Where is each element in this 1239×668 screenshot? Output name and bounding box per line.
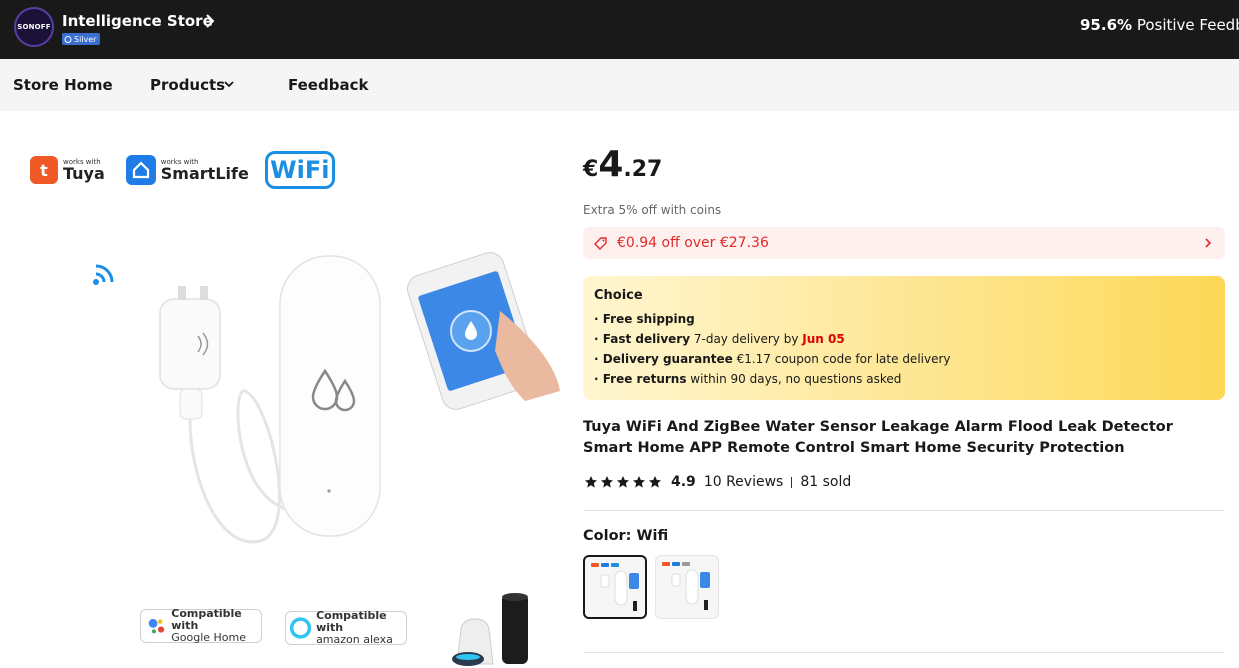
free-shipping-line: · Free shipping [594,312,695,326]
delivery-guarantee-line: · Delivery guarantee €1.17 coupon code f… [594,352,951,366]
smart-speakers-illustration [452,593,528,666]
rating-score: 4.9 [671,474,696,490]
choice-title: Choice [594,288,643,303]
price-integer: 4 [598,144,624,185]
alexa-icon [289,617,312,639]
coins-discount-note: Extra 5% off with coins [583,203,722,217]
feedback-percent: 95.6% [1080,16,1133,34]
tuya-big-text: Tuya [63,163,105,183]
price-currency: € [583,157,599,182]
smartlife-icon [125,155,156,185]
google-home-badge: Compatible with Google Home [140,608,262,644]
free-returns-text: within 90 days, no questions asked [686,372,902,386]
chevron-right-icon[interactable] [204,12,216,30]
star-icon [617,476,629,488]
choice-benefits: Choice · Free shipping · Fast delivery 7… [583,276,1225,400]
star-icon [585,476,597,488]
section-divider [583,652,1225,653]
alexa-badge-text: Compatible with amazon alexa [316,610,406,646]
product-price: €4.27 [583,144,662,185]
water-sensor-illustration [159,255,381,544]
positive-feedback: 95.6% Positive Feedback [1080,16,1239,34]
reviews-link[interactable]: 10 Reviews [704,474,784,490]
nav-products[interactable]: Products [150,76,225,94]
store-nav: Store Home Products Feedback [0,59,1239,111]
store-name-link[interactable]: Intelligence Store [62,12,213,30]
product-title: Tuya WiFi And ZigBee Water Sensor Leakag… [583,419,1173,456]
smartlife-big-text: SmartLife [160,163,249,183]
store-logo[interactable]: SONOFF [14,7,54,47]
silver-badge: Silver [62,33,101,45]
swatch-thumbnail [591,563,639,611]
fast-delivery-label: · Fast delivery [594,332,691,346]
medal-icon [64,36,72,43]
swatch-thumbnail [662,562,710,610]
alexa-badge: Compatible with amazon alexa [285,610,407,646]
google-badge-text: Compatible with Google Home [171,608,261,644]
free-returns-line: · Free returns within 90 days, no questi… [594,372,901,386]
phone-app-illustration [406,252,560,410]
section-divider [583,510,1225,511]
color-label-prefix: Color: [583,528,637,544]
tuya-icon: t [30,156,58,184]
alexa-badge-bottom: amazon alexa [316,633,393,646]
badge-label: Silver [74,34,97,44]
wifi-signal-icon [93,264,114,285]
color-selected-value: Wifi [636,528,669,544]
coupon-banner[interactable]: €0.94 off over €27.36 [583,227,1225,259]
delivery-guarantee-label: · Delivery guarantee [594,352,733,366]
star-rating [584,475,662,489]
color-swatch-wifi[interactable] [583,555,647,619]
brand-logos: t works with Tuya works with SmartLife W… [30,151,335,189]
color-swatch-zigbee[interactable] [655,555,719,619]
feedback-label: Positive Feedback [1136,16,1239,34]
wifi-logo: WiFi [264,151,335,189]
free-shipping-label: · Free shipping [594,312,695,326]
fast-delivery-line: · Fast delivery 7-day delivery by Jun 05 [594,332,845,346]
color-label: Color: Wifi [583,528,668,544]
smartlife-label: works with SmartLife [160,158,249,183]
chevron-right-icon[interactable] [1203,237,1213,249]
nav-store-home[interactable]: Store Home [13,76,113,94]
product-main-image[interactable]: t works with Tuya works with SmartLife W… [0,111,565,668]
alexa-badge-top: Compatible with [316,609,387,634]
tuya-icon-letter: t [40,160,48,180]
nav-feedback[interactable]: Feedback [288,76,368,94]
chevron-down-icon[interactable] [223,78,235,90]
coupon-text: €0.94 off over €27.36 [617,235,769,251]
delivery-guarantee-text: €1.17 coupon code for late delivery [732,352,951,366]
divider [791,476,793,488]
coupon-tag-icon [594,237,607,250]
google-assistant-icon [148,618,165,634]
rating-row: 4.9 10 Reviews 81 sold [584,474,851,490]
google-badge-bottom: Google Home [171,631,247,644]
star-icon [601,476,613,488]
store-header: SONOFF Intelligence Store Silver 95.6% P… [0,0,1239,59]
store-logo-text: SONOFF [17,23,51,31]
google-badge-top: Compatible with [171,607,242,632]
free-returns-label: · Free returns [594,372,687,386]
star-icon [633,476,645,488]
delivery-date: Jun 05 [802,332,845,346]
star-icon [649,476,661,488]
tuya-label: works with Tuya [63,158,105,183]
price-decimal: .27 [623,157,663,182]
fast-delivery-text: 7-day delivery by [690,332,803,346]
sold-count: 81 sold [800,474,852,490]
